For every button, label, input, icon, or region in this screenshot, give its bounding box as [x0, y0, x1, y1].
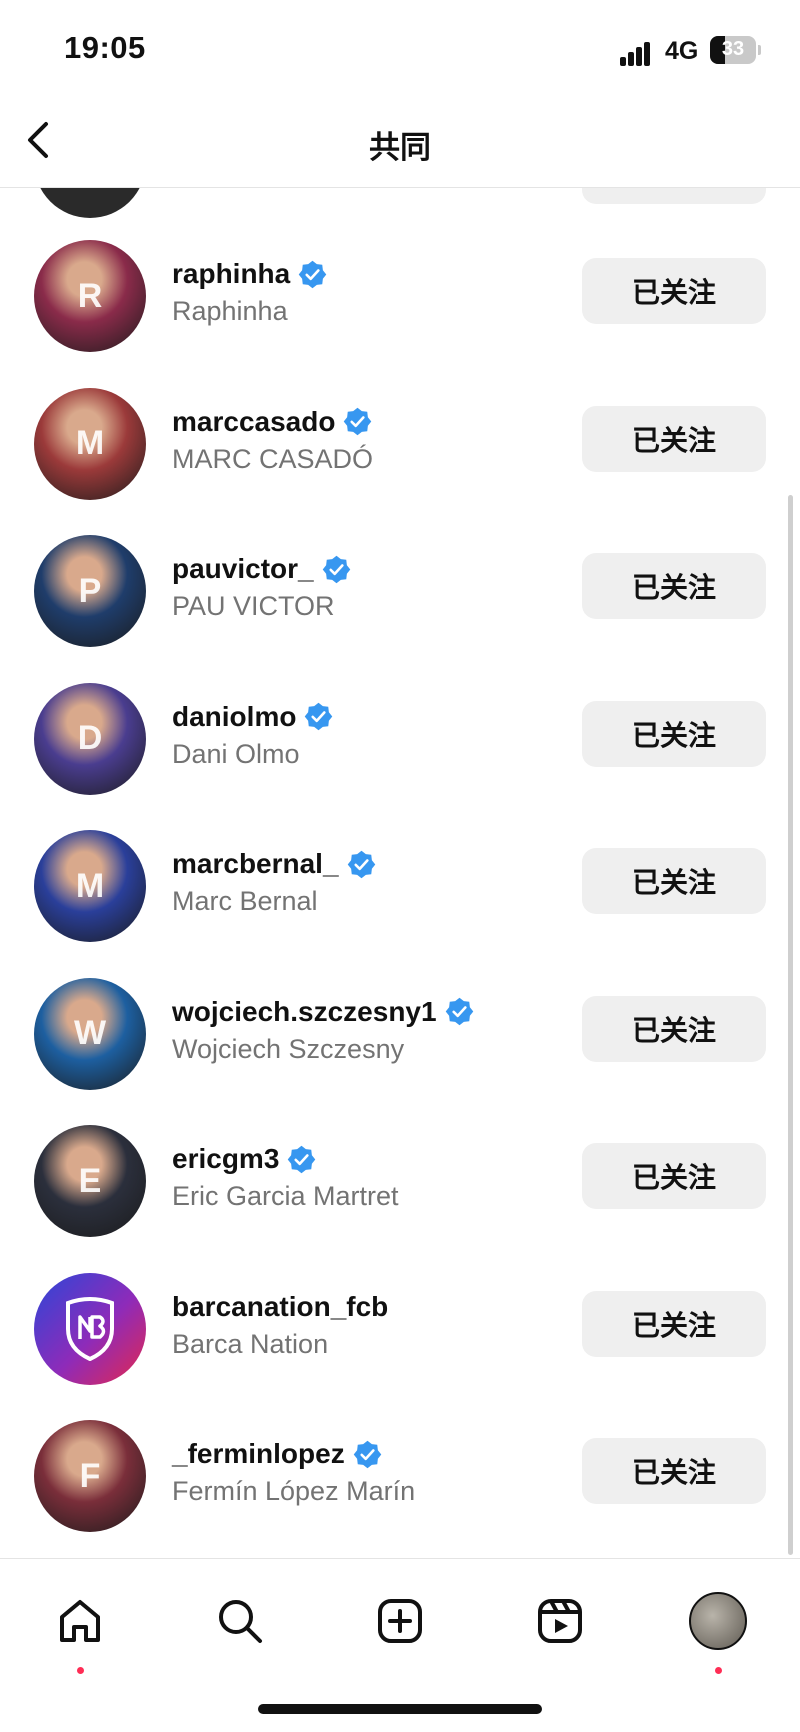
avatar-initial: D: [77, 719, 103, 757]
list-item[interactable]: Wwojciech.szczesny1 Wojciech Szczesny 已关注: [0, 966, 800, 1114]
partial-follow-button[interactable]: [582, 188, 766, 204]
full-name: PAU VICTOR: [172, 591, 335, 621]
username-line: wojciech.szczesny1: [172, 994, 474, 1030]
verified-badge-icon: [288, 1145, 316, 1173]
username[interactable]: barcanation_fcb: [172, 1291, 388, 1323]
tab-home[interactable]: [40, 1581, 120, 1674]
username-line: _ferminlopez: [172, 1436, 382, 1472]
following-button[interactable]: 已关注: [582, 848, 766, 914]
avatar-initial: F: [79, 1456, 101, 1495]
following-button[interactable]: 已关注: [582, 258, 766, 324]
list-item[interactable]: Ddaniolmo Dani Olmo 已关注: [0, 671, 800, 819]
username[interactable]: marcbernal_: [172, 848, 339, 880]
avatar-initial: P: [78, 571, 102, 610]
verified-badge-icon: [353, 1440, 381, 1468]
profile-avatar: [689, 1592, 747, 1650]
avatar[interactable]: E: [34, 1125, 146, 1237]
username[interactable]: daniolmo: [172, 701, 296, 733]
username-line: raphinha: [172, 256, 327, 292]
username-line: daniolmo: [172, 699, 333, 735]
username-line: marccasado: [172, 404, 372, 440]
network-type: 4G: [665, 37, 699, 65]
username[interactable]: marccasado: [172, 406, 335, 438]
username[interactable]: pauvictor_: [172, 553, 314, 585]
verified-badge-icon: [347, 850, 375, 878]
avatar[interactable]: [34, 1272, 146, 1385]
following-button[interactable]: 已关注: [582, 1438, 766, 1504]
page-title: 共同: [369, 130, 431, 165]
home-notification-dot: [77, 1667, 84, 1674]
avatar-initial: R: [77, 276, 103, 315]
profile-notification-dot: [715, 1667, 722, 1674]
verified-badge-icon: [305, 702, 333, 731]
tab-search[interactable]: [200, 1581, 280, 1661]
full-name: Wojciech Szczesny: [172, 1033, 405, 1064]
username[interactable]: raphinha: [172, 258, 290, 290]
partial-avatar[interactable]: [34, 188, 146, 218]
avatar-initial: M: [75, 866, 105, 905]
full-name: Marc Bernal: [172, 886, 318, 916]
avatar[interactable]: P: [34, 535, 146, 647]
list-item[interactable]: barcanation_fcb Barca Nation 已关注: [0, 1261, 800, 1409]
full-name: Fermín López Marín: [172, 1476, 416, 1506]
username-line: pauvictor_: [172, 551, 351, 587]
avatar[interactable]: W: [34, 977, 146, 1090]
list-item[interactable]: Eericgm3 Eric Garcia Martret 已关注: [0, 1113, 800, 1261]
battery-icon: 33: [710, 36, 756, 64]
verified-badge-icon: [344, 407, 372, 436]
username-line: ericgm3: [172, 1141, 316, 1177]
verified-badge-icon: [445, 997, 473, 1026]
avatar[interactable]: M: [34, 830, 146, 942]
search-icon: [219, 1600, 262, 1643]
following-button[interactable]: 已关注: [582, 1290, 766, 1357]
full-name: Barca Nation: [172, 1328, 329, 1359]
verified-badge-icon: [322, 555, 350, 583]
tab-profile[interactable]: [678, 1581, 758, 1674]
nav-bar: 共同: [0, 100, 800, 188]
username[interactable]: wojciech.szczesny1: [172, 996, 437, 1028]
following-button[interactable]: 已关注: [582, 553, 766, 619]
avatar-initial: W: [73, 1014, 107, 1052]
home-indicator: [258, 1704, 542, 1714]
list-item[interactable]: Ppauvictor_ PAU VICTOR 已关注: [0, 523, 800, 671]
username[interactable]: ericgm3: [172, 1143, 279, 1175]
username-line: marcbernal_: [172, 846, 376, 882]
username-line: barcanation_fcb: [172, 1289, 388, 1325]
following-button[interactable]: 已关注: [582, 405, 766, 472]
list-item[interactable]: Rraphinha Raphinha 已关注: [0, 228, 800, 376]
avatar[interactable]: M: [34, 387, 146, 500]
following-button[interactable]: 已关注: [582, 995, 766, 1062]
scrollbar[interactable]: [788, 495, 793, 1555]
list-item[interactable]: F _ferminlopez Fermín López Marín 已关注: [0, 1408, 800, 1556]
avatar[interactable]: R: [34, 240, 146, 352]
full-name: MARC CASADÓ: [172, 443, 374, 474]
username[interactable]: _ferminlopez: [172, 1438, 345, 1470]
list-item[interactable]: Mmarccasado MARC CASADÓ 已关注: [0, 376, 800, 524]
tab-create[interactable]: [360, 1581, 440, 1661]
full-name: Dani Olmo: [172, 738, 300, 769]
avatar-initial: E: [78, 1161, 102, 1200]
shield-logo-icon: [66, 1296, 114, 1361]
full-name: Eric Garcia Martret: [172, 1181, 399, 1211]
reels-icon: [538, 1599, 582, 1643]
create-icon: [378, 1599, 422, 1643]
tab-reels[interactable]: [520, 1581, 600, 1661]
avatar-initial: M: [75, 424, 105, 462]
home-icon: [60, 1600, 100, 1642]
following-button[interactable]: 已关注: [582, 1143, 766, 1209]
status-bar: 19:05 4G 33: [0, 0, 800, 100]
list-item[interactable]: Mmarcbernal_ Marc Bernal 已关注: [0, 818, 800, 966]
avatar[interactable]: D: [34, 682, 146, 795]
mutual-followers-list[interactable]: Rraphinha Raphinha 已关注 Mmarccasado MARC CASA…: [0, 188, 800, 1558]
signal-icon: [620, 40, 658, 66]
battery-level: 33: [721, 38, 745, 60]
full-name: Raphinha: [172, 296, 288, 326]
verified-badge-icon: [298, 260, 327, 288]
status-time: 19:05: [64, 30, 146, 65]
following-button[interactable]: 已关注: [582, 700, 766, 767]
avatar[interactable]: F: [34, 1420, 146, 1532]
